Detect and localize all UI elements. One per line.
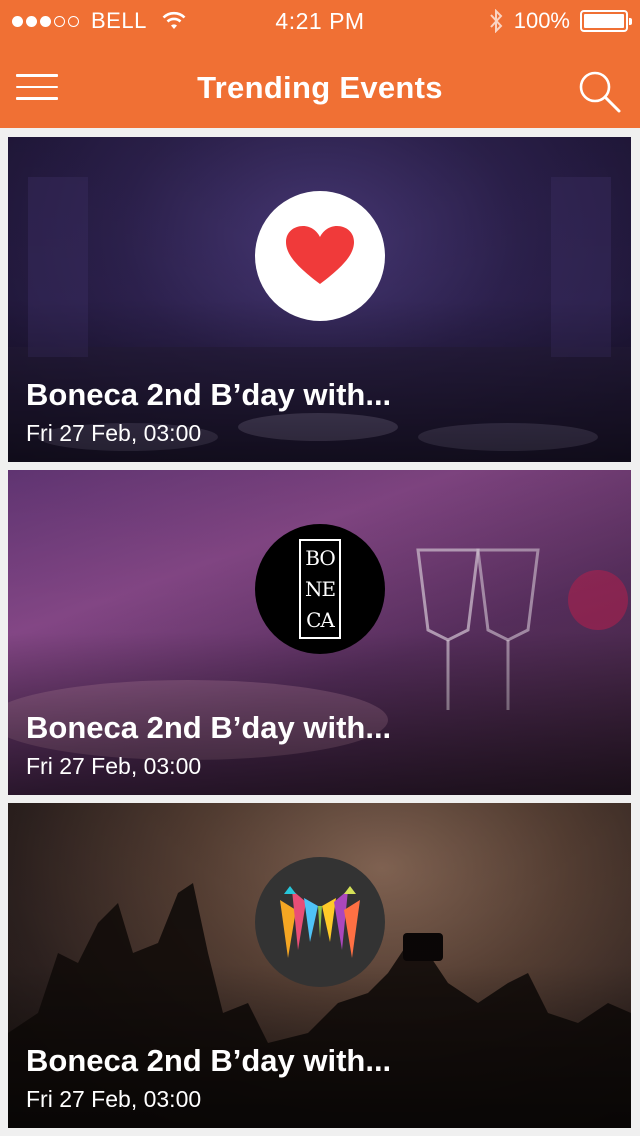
colorful-m-logo [255,857,385,987]
heart-logo [255,191,385,321]
battery-percent: 100% [513,8,570,33]
event-title: Boneca 2nd B’day with... [26,377,392,412]
bluetooth-icon [489,9,503,33]
status-right: 100% [488,8,632,34]
app-header: BELL 4:21 PM 100% Trending Events [0,0,640,128]
event-date: Fri 27 Feb, 03:00 [26,1086,202,1112]
nav-bar: Trending Events [0,40,640,128]
event-list: Boneca 2nd B’day with... Fri 27 Feb, 03:… [8,137,631,1136]
status-bar: BELL 4:21 PM 100% [0,0,640,40]
feather-m-icon [280,886,360,958]
battery-icon [580,10,632,32]
search-icon[interactable] [576,68,622,114]
event-card[interactable]: Boneca 2nd B’day with... Fri 27 Feb, 03:… [8,803,631,1128]
page-title: Trending Events [197,70,443,105]
heart-icon [286,226,354,284]
event-date: Fri 27 Feb, 03:00 [26,753,202,779]
boneca-logo: BO NE CA [255,524,385,654]
event-title: Boneca 2nd B’day with... [26,1043,392,1078]
event-title: Boneca 2nd B’day with... [26,710,392,745]
event-card[interactable]: Boneca 2nd B’day with... Fri 27 Feb, 03:… [8,137,631,462]
boneca-wordmark: BO NE CA [299,539,341,639]
battery-fill [584,14,624,28]
event-date: Fri 27 Feb, 03:00 [26,420,202,446]
event-card[interactable]: BO NE CA Boneca 2nd B’day with... Fri 27… [8,470,631,795]
